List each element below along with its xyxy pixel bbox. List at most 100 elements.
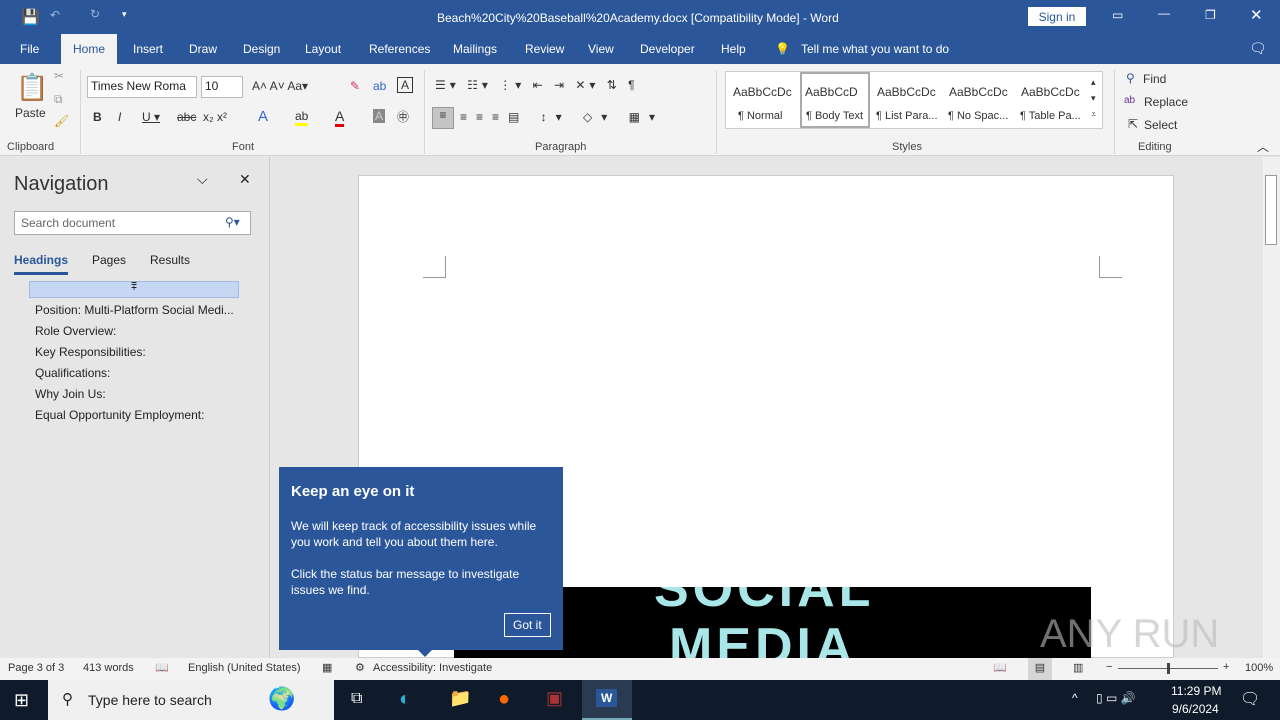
search-document-input[interactable]: Search document ⚲▾ — [14, 211, 251, 235]
tab-home[interactable]: Home — [61, 34, 118, 64]
nav-tab-pages[interactable]: Pages — [92, 253, 126, 267]
sign-in-button[interactable]: Sign in — [1028, 7, 1086, 26]
align-left-button[interactable]: ≡ — [432, 107, 454, 129]
read-mode-icon[interactable]: 📖 — [993, 661, 1007, 674]
proofing-icon[interactable]: 📖 — [155, 661, 169, 674]
replace-button[interactable]: Replace — [1144, 95, 1188, 109]
zoom-out[interactable]: − — [1106, 661, 1112, 673]
clock-time[interactable]: 11:29 PM — [1171, 684, 1221, 698]
zoom-in[interactable]: + — [1223, 661, 1229, 673]
heading-item[interactable]: Qualifications: — [35, 366, 110, 380]
macro-icon[interactable]: ▦ — [322, 661, 332, 674]
customize-qat-icon[interactable]: ▾ — [122, 9, 127, 20]
heading-collapse-all[interactable]: ⩱ — [29, 281, 239, 298]
word-taskbar-button[interactable]: W — [582, 680, 632, 720]
heading-item[interactable]: Why Join Us: — [35, 387, 106, 401]
save-icon[interactable]: 💾 — [21, 8, 40, 26]
char-border-icon[interactable]: A — [397, 77, 414, 93]
zoom-slider-thumb[interactable] — [1167, 663, 1170, 674]
style-name[interactable]: ¶ Table Pa... — [1020, 110, 1081, 122]
minimize-button[interactable]: — — [1158, 6, 1170, 20]
maximize-button[interactable]: ❐ — [1205, 8, 1216, 22]
highlight-icon[interactable]: ab — [295, 109, 309, 126]
print-layout-icon[interactable]: ▤ — [1028, 658, 1052, 680]
style-preview[interactable]: AaBbCcDc — [1021, 85, 1080, 99]
heading-item[interactable]: Key Responsibilities: — [35, 345, 146, 359]
tab-mailings[interactable]: Mailings — [453, 42, 497, 56]
enclose-icon[interactable]: ㊥ — [397, 108, 409, 125]
style-preview[interactable]: AaBbCcD — [805, 85, 858, 99]
tab-layout[interactable]: Layout — [305, 42, 341, 56]
font-size-select[interactable]: 10 — [201, 76, 243, 98]
paste-icon[interactable]: 📋 — [16, 72, 48, 103]
got-it-button[interactable]: Got it — [504, 613, 551, 637]
web-layout-icon[interactable]: ▥ — [1073, 661, 1083, 674]
nav-tab-results[interactable]: Results — [150, 253, 190, 267]
heading-item[interactable]: Equal Opportunity Employment: — [35, 408, 204, 422]
tab-developer[interactable]: Developer — [640, 42, 695, 56]
tab-review[interactable]: Review — [525, 42, 564, 56]
font-name-select[interactable]: Times New Roma — [87, 76, 197, 98]
heading-item[interactable]: Role Overview: — [35, 324, 116, 338]
nav-tab-headings[interactable]: Headings — [14, 253, 69, 275]
nav-options-icon[interactable]: ⌵ — [197, 171, 208, 188]
underline-button[interactable]: U ▾ — [142, 110, 160, 124]
tab-view[interactable]: View — [588, 42, 614, 56]
find-button[interactable]: Find — [1143, 72, 1166, 86]
ribbon-display-icon[interactable]: ▭ — [1112, 8, 1123, 22]
tray-icons[interactable]: ▯ ▭ 🔊 — [1096, 691, 1136, 705]
zoom-level[interactable]: 100% — [1245, 662, 1273, 674]
page-count[interactable]: Page 3 of 3 — [8, 662, 64, 674]
style-preview[interactable]: AaBbCcDc — [949, 85, 1008, 99]
winrar-icon[interactable]: ▣ — [546, 688, 563, 709]
start-button[interactable]: ⊞ — [14, 690, 29, 711]
paste-button[interactable]: Paste — [15, 106, 46, 120]
style-name[interactable]: ¶ Normal — [738, 110, 782, 122]
phonetic-icon[interactable]: ab — [373, 79, 386, 93]
language[interactable]: English (United States) — [188, 662, 301, 674]
close-button[interactable]: ✕ — [1250, 6, 1263, 24]
tab-insert[interactable]: Insert — [133, 42, 163, 56]
italic-button[interactable]: I — [118, 110, 121, 124]
style-preview[interactable]: AaBbCcDc — [733, 85, 792, 99]
tab-draw[interactable]: Draw — [189, 42, 217, 56]
tab-file[interactable]: File — [20, 42, 39, 56]
align-buttons[interactable]: ≡≡≡▤ ↕▾ ◇▾ ▦▾ — [460, 110, 664, 124]
clock-date[interactable]: 9/6/2024 — [1172, 702, 1219, 716]
strike-button[interactable]: abc — [177, 110, 196, 124]
tab-help[interactable]: Help — [721, 42, 746, 56]
edge-icon[interactable]: ◐ — [399, 688, 411, 711]
heading-item[interactable]: Position: Multi-Platform Social Medi... — [35, 303, 234, 317]
task-view-icon[interactable]: ⧉ — [351, 690, 362, 708]
style-name[interactable]: ¶ Body Text — [806, 110, 863, 122]
select-button[interactable]: Select — [1144, 118, 1177, 132]
format-painter-icon[interactable]: 🖌 — [54, 114, 69, 128]
tell-me-input[interactable]: Tell me what you want to do — [801, 42, 949, 56]
tab-references[interactable]: References — [369, 42, 430, 56]
styles-scroll[interactable]: ▴ ▾ ⩡ — [1091, 74, 1096, 122]
scroll-thumb[interactable] — [1265, 175, 1277, 245]
taskbar-search[interactable]: ⚲ Type here to search 🌍 — [48, 680, 334, 720]
tab-design[interactable]: Design — [243, 42, 280, 56]
bold-button[interactable]: B — [93, 110, 102, 124]
tray-overflow-icon[interactable]: ^ — [1072, 691, 1078, 705]
file-explorer-icon[interactable]: 📁 — [449, 688, 471, 709]
style-preview[interactable]: AaBbCcDc — [877, 85, 936, 99]
word-count[interactable]: 413 words — [83, 662, 134, 674]
style-name[interactable]: ¶ List Para... — [876, 110, 938, 122]
copy-icon[interactable]: ⧉ — [54, 92, 63, 107]
comments-icon[interactable]: 🗨 — [1249, 40, 1267, 57]
vertical-scrollbar[interactable] — [1263, 157, 1280, 658]
subscript-button[interactable]: x₂ x² — [203, 110, 227, 124]
cut-icon[interactable]: ✂ — [54, 69, 64, 83]
list-buttons[interactable]: ☰▾ ☷▾ ⋮▾ ⇤ ⇥ ✕▾ ⇅ ¶ — [435, 78, 639, 92]
font-color-icon[interactable]: A — [335, 108, 345, 127]
undo-icon[interactable]: ↶ — [50, 8, 60, 22]
accessibility-status[interactable]: Accessibility: Investigate — [373, 662, 492, 674]
firefox-icon[interactable]: ● — [498, 688, 510, 711]
nav-close-icon[interactable]: ✕ — [239, 171, 251, 188]
text-effects-icon[interactable]: A — [258, 108, 268, 125]
clear-format-icon[interactable]: ✎ — [350, 79, 360, 93]
style-name[interactable]: ¶ No Spac... — [948, 110, 1008, 122]
collapse-ribbon-icon[interactable]: ︿ — [1257, 138, 1269, 155]
